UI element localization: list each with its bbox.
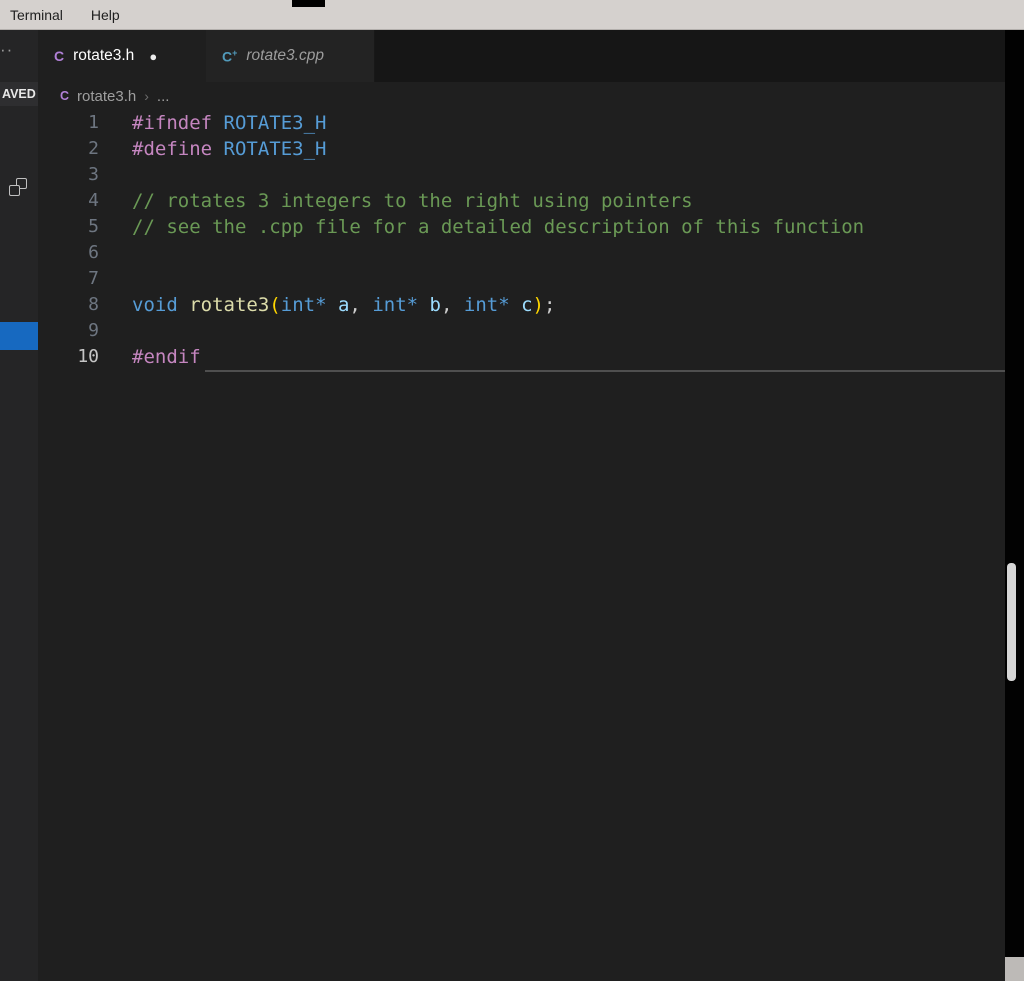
- code-token: int*: [372, 294, 419, 316]
- overflow-dots: ··: [0, 40, 14, 59]
- scrollbar-track[interactable]: [1005, 30, 1024, 981]
- code-token: void: [132, 294, 178, 316]
- tab-label: rotate3.cpp: [246, 47, 324, 64]
- code-line[interactable]: 4 // rotates 3 integers to the right usin…: [38, 188, 1005, 214]
- code-token: int*: [463, 294, 510, 316]
- breadcrumb: C rotate3.h › ...: [38, 82, 1005, 110]
- cursor-line-border: [205, 370, 1005, 372]
- line-number[interactable]: 4: [38, 188, 99, 214]
- line-number[interactable]: 6: [38, 240, 99, 266]
- modified-dot-icon[interactable]: ●: [149, 49, 157, 64]
- line-number[interactable]: 3: [38, 162, 99, 188]
- code-token: #define: [132, 138, 213, 160]
- unsaved-badge-label: AVED: [2, 87, 36, 101]
- tab-rotate3-cpp[interactable]: C+ rotate3.cpp: [206, 30, 375, 82]
- chevron-right-icon: ›: [144, 88, 149, 104]
- c-file-icon: C: [54, 48, 65, 64]
- split-editor-icon-front: [9, 185, 20, 196]
- editor-pane: C rotate3.h ● C+ rotate3.cpp C rotate3.h…: [38, 30, 1005, 981]
- code-token: ,: [440, 294, 464, 316]
- code-line[interactable]: 6: [38, 240, 1005, 266]
- code-token: // see the .cpp file for a detailed desc…: [132, 216, 865, 238]
- tab-bar: C rotate3.h ● C+ rotate3.cpp: [38, 30, 1005, 82]
- scrollbar-thumb[interactable]: [1007, 563, 1016, 681]
- unsaved-badge: AVED: [0, 82, 38, 106]
- cpp-file-icon-plus: +: [232, 47, 238, 58]
- menu-item-terminal[interactable]: Terminal: [10, 7, 63, 23]
- breadcrumb-file[interactable]: rotate3.h: [77, 88, 136, 105]
- code-text: #endif: [132, 344, 201, 370]
- code-token: a: [337, 294, 350, 316]
- code-token: ;: [544, 294, 556, 316]
- code-text: #ifndef ROTATE3_H: [132, 110, 326, 136]
- line-number[interactable]: 10: [38, 344, 99, 370]
- breadcrumb-ellipsis[interactable]: ...: [157, 88, 170, 105]
- code-token: ROTATE3_H: [223, 138, 327, 160]
- code-token: int*: [280, 294, 327, 316]
- vscode-window: Terminal Help ·· AVED C rotate3.h ● C+ r…: [0, 0, 1024, 981]
- code-line[interactable]: 3: [38, 162, 1005, 188]
- tab-label: rotate3.h: [73, 47, 135, 64]
- code-text: // see the .cpp file for a detailed desc…: [132, 214, 864, 240]
- code-line[interactable]: 1 #ifndef ROTATE3_H: [38, 110, 1005, 136]
- code-token: ROTATE3_H: [223, 112, 327, 134]
- menu-bar: Terminal Help: [0, 0, 1024, 30]
- menu-item-help[interactable]: Help: [91, 7, 120, 23]
- code-line[interactable]: 8 void rotate3(int* a, int* b, int* c);: [38, 292, 1005, 318]
- code-line[interactable]: 5 // see the .cpp file for a detailed des…: [38, 214, 1005, 240]
- line-number[interactable]: 5: [38, 214, 99, 240]
- line-number[interactable]: 8: [38, 292, 99, 318]
- code-token: c: [521, 294, 533, 316]
- code-token: rotate3: [189, 294, 270, 316]
- line-number[interactable]: 7: [38, 266, 99, 292]
- window-fragment: [292, 0, 325, 7]
- code-text: #define ROTATE3_H: [132, 136, 326, 162]
- code-token: #ifndef: [132, 112, 213, 134]
- code-line[interactable]: 9: [38, 318, 1005, 344]
- cpp-file-icon: C+: [222, 47, 238, 65]
- line-number[interactable]: 9: [38, 318, 99, 344]
- code-text: void rotate3(int* a, int* b, int* c);: [132, 292, 555, 318]
- line-number[interactable]: 2: [38, 136, 99, 162]
- code-token: #endif: [132, 346, 201, 368]
- code-token: ): [532, 294, 544, 316]
- code-token: // rotates 3 integers to the right using…: [132, 190, 693, 212]
- code-lines[interactable]: 1 #ifndef ROTATE3_H 2 #define ROTATE3_H 3 4 //…: [38, 110, 1005, 370]
- code-text: // rotates 3 integers to the right using…: [132, 188, 693, 214]
- code-token: b: [429, 294, 441, 316]
- tab-rotate3-h[interactable]: C rotate3.h ●: [38, 30, 206, 82]
- corner-fragment: [1005, 957, 1024, 981]
- code-token: ,: [349, 294, 373, 316]
- code-line[interactable]: 10 #endif: [38, 344, 1005, 370]
- selected-file-highlight[interactable]: [0, 322, 38, 350]
- code-line[interactable]: 2 #define ROTATE3_H: [38, 136, 1005, 162]
- breadcrumb-file-icon: C: [60, 89, 70, 103]
- explorer-strip: ·· AVED: [0, 30, 38, 981]
- code-line[interactable]: 7: [38, 266, 1005, 292]
- code-token: (: [269, 294, 281, 316]
- split-editor-icon[interactable]: [9, 178, 27, 196]
- line-number[interactable]: 1: [38, 110, 99, 136]
